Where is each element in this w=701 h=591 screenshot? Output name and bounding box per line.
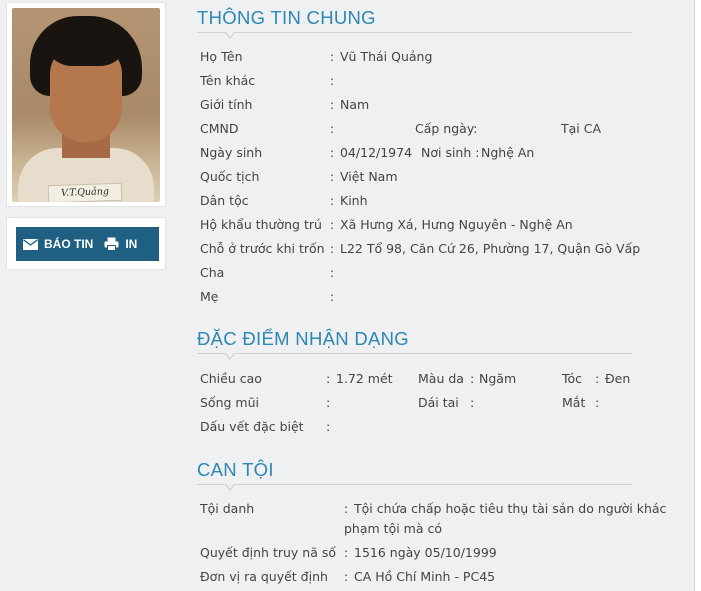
envelope-icon [23,238,38,250]
field-label-dan-toc: Dân tộc [200,193,249,208]
field-value-toc: Đen [605,371,631,386]
section-divider-notch [225,353,235,360]
section-title-features: ĐẶC ĐIỂM NHẬN DẠNG [197,328,409,349]
section-divider [197,353,632,354]
field-label-dau-vet: Dấu vết đặc biệt [200,419,304,434]
printer-icon [104,237,119,251]
field-label-don-vi: Đơn vị ra quyết định [200,569,328,584]
field-label-song-mui: Sống mũi [200,395,259,410]
field-value-mau-da: Ngăm [479,371,517,386]
field-label-gioi-tinh: Giới tính [200,97,253,112]
section-divider-notch [225,484,235,491]
field-value-ho-ten: Vũ Thái Quảng [340,49,433,64]
suspect-photo: V.T.Quảng [12,8,160,202]
print-button-label: IN [125,237,138,251]
field-value-dan-toc: Kinh [340,193,368,208]
field-label-cmnd: CMND [200,121,239,136]
field-label-toi-danh: Tội danh [200,501,255,516]
field-value-ngay-sinh: 04/12/1974 [340,145,413,160]
field-label-toc: Tóc [562,371,583,386]
action-bar: BÁO TIN IN [16,227,159,261]
section-title-crime: CAN TỘI [197,459,274,480]
field-value-noi-sinh: Nghệ An [481,145,535,160]
suspect-photo-frame: V.T.Quảng [6,2,166,207]
field-label-ho-ten: Họ Tên [200,49,243,64]
print-button[interactable]: IN [104,237,137,251]
field-value-quoc-tich: Việt Nam [340,169,398,184]
section-divider-notch [225,32,235,39]
field-value-toi-danh-line1: Tội chứa chấp hoặc tiêu thụ tài sản do n… [354,501,667,516]
field-label-quoc-tich: Quốc tịch [200,169,260,184]
field-label-ten-khac: Tên khác [200,73,256,88]
field-value-chieu-cao: 1.72 mét [336,371,393,386]
field-value-quyet-dinh: 1516 ngày 05/10/1999 [354,545,497,560]
action-frame: BÁO TIN IN [6,217,166,270]
section-title-general: THÔNG TIN CHUNG [197,7,376,28]
section-divider [197,32,632,33]
field-value-gioi-tinh: Nam [340,97,370,112]
field-value-toi-danh-line2: phạm tội mà có [344,521,442,536]
field-value-ho-khau: Xã Hưng Xá, Hưng Nguyên - Nghệ An [340,217,573,232]
field-value-don-vi: CA Hồ Chí Minh - PC45 [354,569,496,584]
field-label-me: Mẹ [200,289,219,304]
panel-border [694,0,695,591]
field-label-cho-o: Chỗ ở trước khi trốn [200,241,325,256]
field-label-ho-khau: Hộ khẩu thường trú [200,217,322,232]
field-label-tai: Tại CA [561,121,602,136]
report-button[interactable]: BÁO TIN [23,237,93,251]
field-label-cap-ngay: Cấp ngày: [415,121,478,136]
photo-name-tag: V.T.Quảng [47,182,123,202]
report-button-label: BÁO TIN [44,237,94,251]
field-value-cho-o: L22 Tổ 98, Căn Cứ 26, Phường 17, Quận Gò… [340,241,641,256]
field-label-chieu-cao: Chiều cao [200,371,262,386]
field-label-quyet-dinh: Quyết định truy nã số [200,545,336,560]
section-divider [197,484,632,485]
field-label-cha: Cha [200,265,225,280]
field-label-mat: Mắt [562,395,586,410]
field-label-ngay-sinh: Ngày sinh [200,145,263,160]
field-label-dai-tai: Dái tai [418,395,459,410]
field-label-noi-sinh: Nơi sinh : [421,145,480,160]
field-label-mau-da: Màu da [418,371,464,386]
